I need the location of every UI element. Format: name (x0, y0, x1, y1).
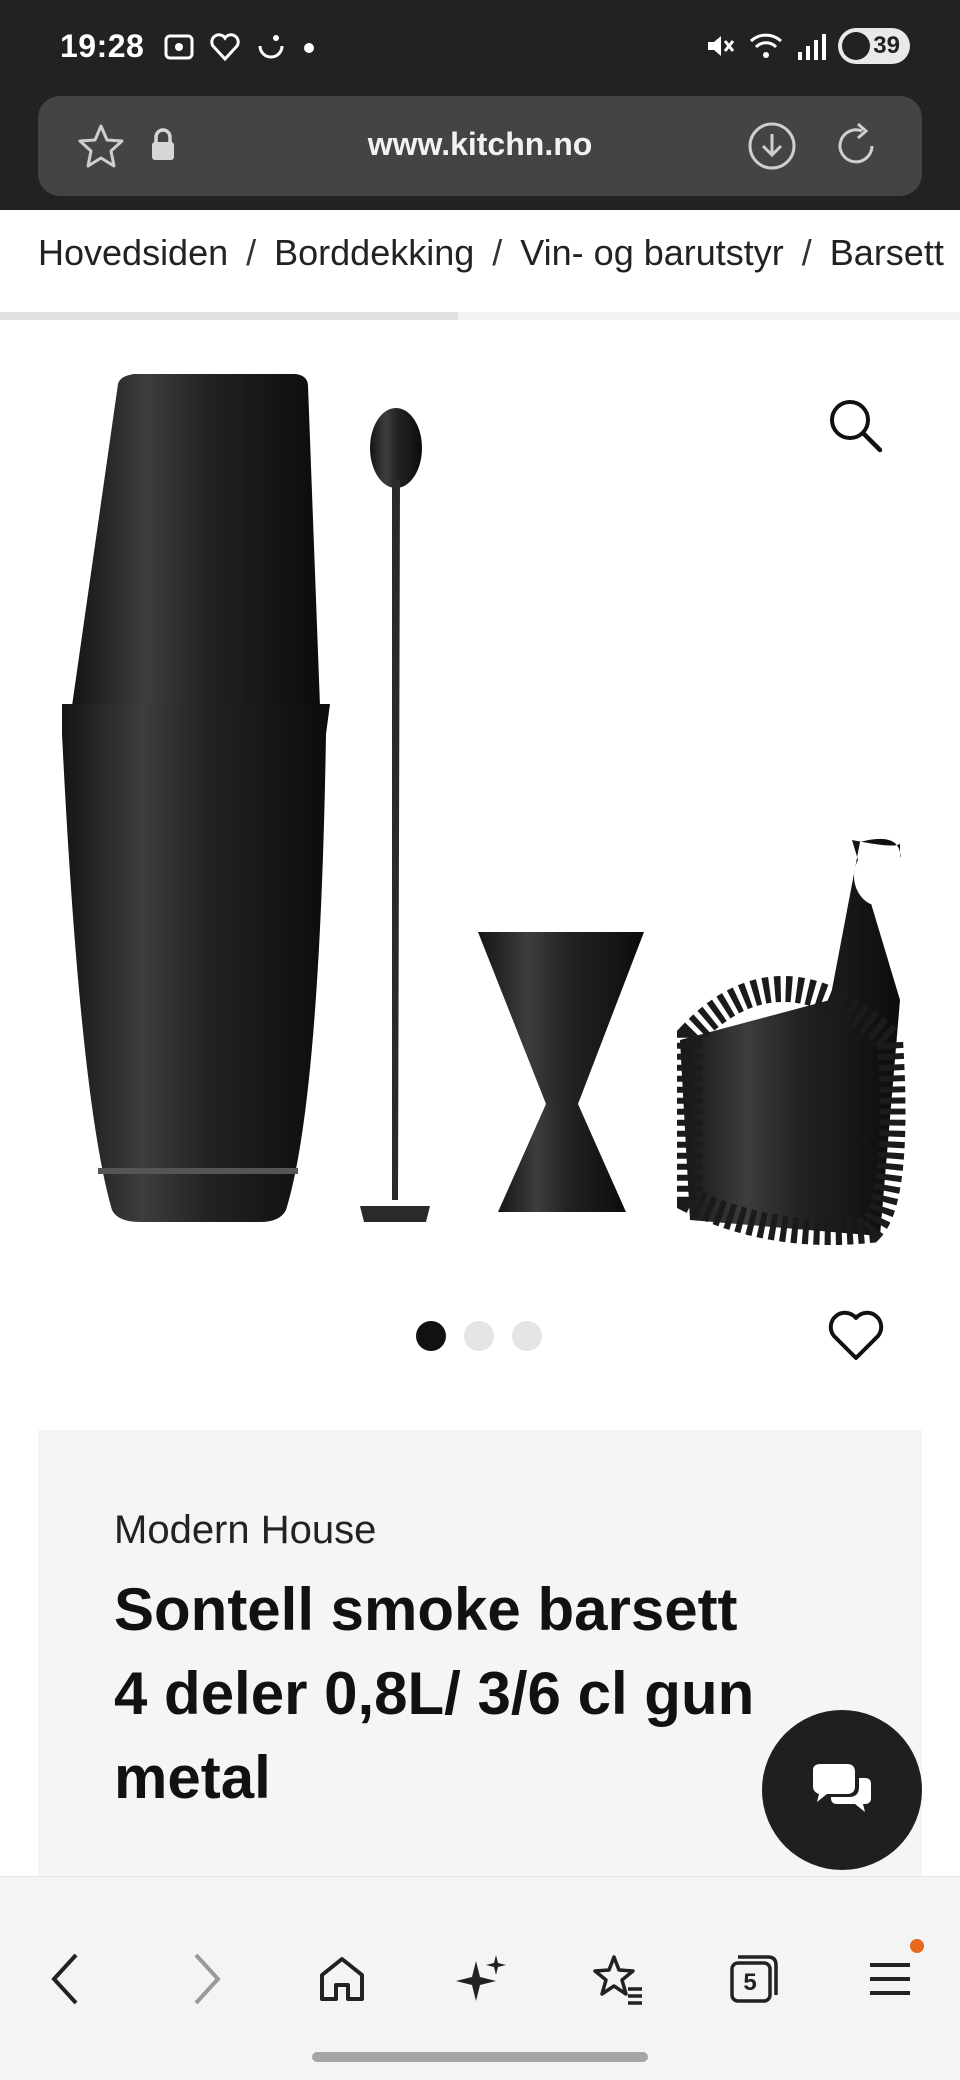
battery-icon: 39 (838, 28, 910, 64)
breadcrumb-scroll-thumb[interactable] (0, 312, 458, 320)
tabs-button[interactable]: 5 (720, 1947, 784, 2011)
back-button[interactable] (34, 1947, 98, 2011)
tab-count: 5 (743, 1969, 757, 1996)
notification-dot (910, 1939, 924, 1953)
home-icon (320, 1957, 364, 2001)
heart-hands-icon (210, 33, 240, 62)
status-bar: 19:28 39 (0, 0, 960, 96)
gallery-pagination (416, 1321, 542, 1351)
smile-icon (258, 35, 284, 59)
signal-icon (798, 34, 826, 60)
dot-icon (304, 43, 314, 53)
battery-level: 39 (873, 32, 900, 59)
browser-toolbar: www.kitchn.no (0, 96, 960, 210)
menu-button[interactable] (858, 1939, 924, 2011)
status-notification-icons (162, 30, 318, 64)
gallery-dot-3[interactable] (512, 1321, 542, 1351)
browser-bottom-nav: 5 (0, 1876, 960, 2080)
gallery-dot-2[interactable] (464, 1321, 494, 1351)
product-title: Sontell smoke barsett 4 deler 0,8L/ 3/6 … (114, 1576, 755, 1811)
home-button[interactable] (310, 1947, 374, 2011)
breadcrumb: Hovedsiden / Borddekking / Vin- og barutstyr… (38, 232, 960, 274)
back-icon (51, 1953, 78, 2005)
download-icon[interactable] (746, 120, 798, 172)
screenshot-icon (164, 34, 194, 60)
mute-icon (708, 36, 735, 56)
bar-set-illustration (62, 374, 906, 1245)
status-time: 19:28 (60, 28, 145, 64)
ai-sparkle-icon (456, 1955, 506, 2001)
gallery-dot-1[interactable] (416, 1321, 446, 1351)
jigger-illustration (478, 932, 644, 1212)
breadcrumb-home[interactable]: Hovedsiden (38, 232, 228, 273)
chat-bubbles-icon (813, 1764, 871, 1812)
shaker-illustration (62, 374, 330, 1222)
address-bar[interactable]: www.kitchn.no (38, 96, 922, 196)
breadcrumb-separator: / (801, 232, 812, 273)
breadcrumb-separator: / (246, 232, 257, 273)
strainer-illustration (677, 838, 906, 1245)
menu-icon (870, 1963, 910, 1995)
status-system-icons: 39 (704, 28, 910, 64)
reload-icon[interactable] (830, 120, 882, 172)
bookmarks-icon (593, 1955, 642, 2005)
breadcrumb-separator: / (492, 232, 503, 273)
breadcrumb-barsett[interactable]: Barsett (830, 232, 944, 273)
chat-button[interactable] (762, 1710, 922, 1870)
product-image[interactable] (0, 360, 960, 1260)
wifi-icon (749, 33, 783, 58)
forward-button[interactable] (174, 1947, 238, 2011)
product-brand[interactable]: Modern House (114, 1508, 376, 1553)
bar-spoon-illustration (360, 408, 430, 1222)
breadcrumb-vin-og-barutstyr[interactable]: Vin- og barutstyr (520, 232, 783, 273)
charging-bolt-icon (842, 32, 870, 60)
heart-icon[interactable] (826, 1306, 886, 1366)
forward-icon (194, 1953, 221, 2005)
breadcrumb-borddekking[interactable]: Borddekking (274, 232, 474, 273)
bookmarks-button[interactable] (584, 1947, 648, 2011)
home-indicator[interactable] (312, 2052, 648, 2062)
ai-button[interactable] (448, 1947, 512, 2011)
zoom-icon[interactable] (826, 396, 886, 456)
